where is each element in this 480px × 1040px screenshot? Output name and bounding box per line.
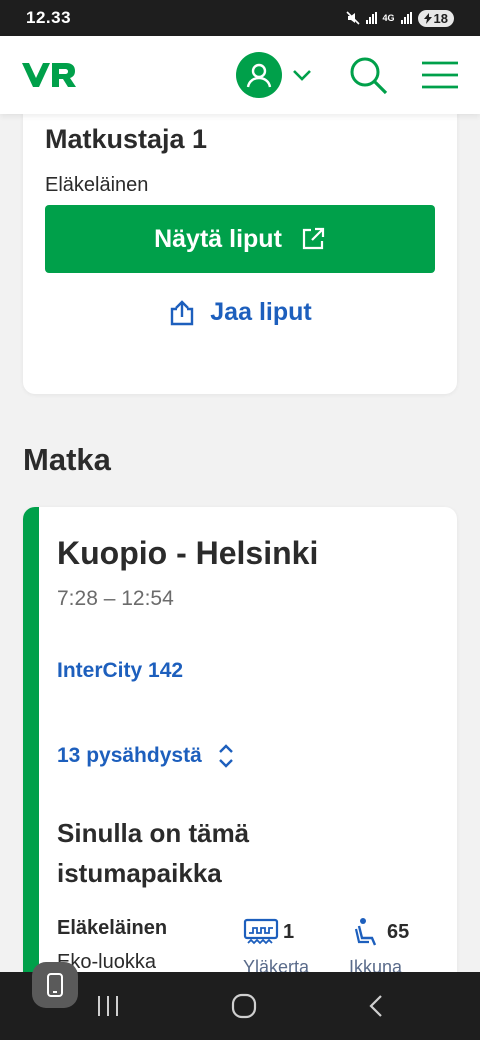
status-time: 12.33 (26, 8, 72, 27)
user-icon (246, 63, 272, 88)
stops-label: 13 pysähdystä (57, 744, 202, 767)
share-icon (171, 299, 194, 325)
status-icons: 4G 18 (345, 9, 454, 27)
seat-number-info: 65 Ikkuna (349, 917, 410, 977)
trip-times: 7:28 – 12:54 (57, 587, 174, 610)
menu-icon[interactable] (422, 60, 458, 90)
trip-card: Kuopio - Helsinki 7:28 – 12:54 InterCity… (23, 507, 457, 1040)
coach-upper-deck-icon (243, 918, 279, 945)
home-icon[interactable] (231, 993, 257, 1019)
network-type: 4G (382, 13, 395, 23)
coach-number: 1 (283, 920, 295, 943)
show-tickets-label: Näytä liput (154, 224, 282, 253)
trip-section-title: Matka (23, 442, 111, 477)
passenger-card: Matkustaja 1 Eläkeläinen Näytä liput Jaa… (23, 94, 457, 394)
app-header (0, 36, 480, 114)
vr-logo[interactable] (22, 60, 80, 90)
stops-toggle[interactable]: 13 pysähdystä (57, 743, 234, 769)
external-link-icon (302, 227, 324, 250)
show-tickets-button[interactable]: Näytä liput (45, 205, 435, 273)
trip-accent-bar (23, 507, 39, 1040)
mute-icon (345, 11, 360, 25)
share-tickets-label: Jaa liput (210, 298, 312, 326)
passenger-title: Matkustaja 1 (45, 124, 208, 154)
signal-icon-2 (400, 12, 412, 24)
profile-button[interactable] (236, 52, 282, 98)
back-icon[interactable] (368, 994, 384, 1018)
train-link[interactable]: InterCity 142 (57, 659, 183, 683)
recent-apps-icon[interactable] (96, 995, 120, 1017)
signal-icon (365, 12, 377, 24)
chevron-down-icon[interactable] (292, 69, 312, 81)
charging-icon (423, 12, 432, 24)
status-bar: 12.33 4G 18 (0, 0, 480, 36)
header-actions (236, 52, 458, 98)
passenger-type: Eläkeläinen (45, 174, 149, 196)
seat-number: 65 (387, 920, 410, 943)
coach-info: 1 Yläkerta (243, 917, 309, 977)
battery-indicator: 18 (417, 9, 454, 27)
share-tickets-button[interactable]: Jaa liput (23, 298, 457, 327)
phone-icon (47, 973, 63, 997)
battery-level: 18 (433, 10, 448, 26)
seat-icon (354, 918, 377, 946)
floating-overlay-button[interactable] (32, 962, 78, 1008)
seat-passenger-type: Eläkeläinen (57, 917, 168, 939)
seat-heading: Sinulla on tämä istumapaikka (57, 818, 250, 888)
search-icon[interactable] (348, 55, 388, 95)
trip-route: Kuopio - Helsinki (57, 535, 319, 571)
expand-icon (218, 744, 233, 768)
